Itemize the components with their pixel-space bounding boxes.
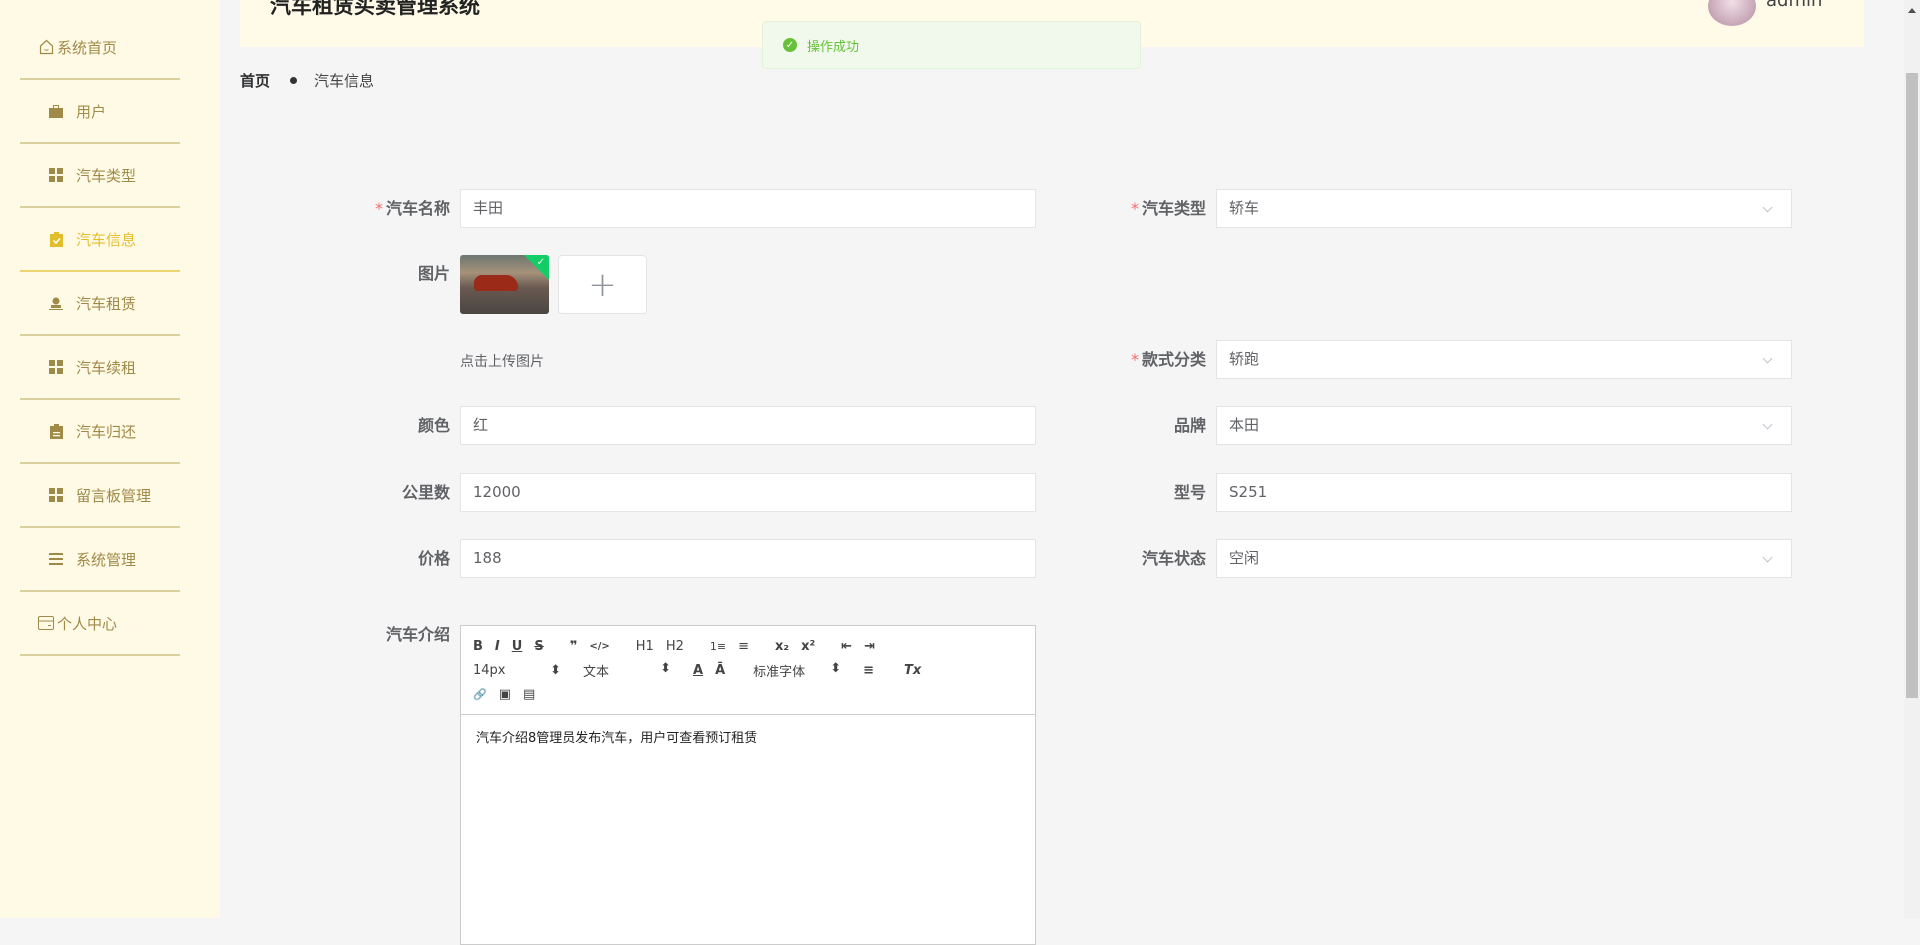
car-name-label: * 汽车名称	[374, 199, 450, 218]
video-button[interactable]: ▤	[523, 687, 535, 702]
user-icon	[48, 295, 64, 311]
brand-label: 品牌	[1173, 416, 1206, 435]
bullet-list-button[interactable]: ≡	[738, 639, 749, 654]
breadcrumb: 首页 汽车信息	[240, 70, 374, 91]
sidebar-item-label: 系统管理	[76, 550, 137, 569]
sidebar-item-home[interactable]: 系统首页	[20, 16, 180, 80]
font-family-select[interactable]: 标准字体 ⬍	[753, 661, 841, 680]
image-label: 图片	[417, 264, 450, 283]
car-type-label: * 汽车类型	[1130, 199, 1206, 218]
editor-toolbar: B I U S ❞ </> H1 H2 1≡ ≡ x₂ x² ⇤ ⇥ 14px ⬍…	[461, 626, 1035, 715]
grid-icon	[48, 359, 64, 375]
sidebar-item-car-info[interactable]: 汽车信息	[20, 208, 180, 272]
toast-message: 操作成功	[807, 39, 860, 55]
code-block-button[interactable]: </>	[589, 641, 609, 652]
menu-icon	[48, 551, 64, 567]
color-input[interactable]: 红	[460, 406, 1036, 445]
brand-select[interactable]: 本田	[1216, 406, 1792, 445]
sidebar-item-label: 汽车类型	[76, 166, 137, 185]
scrollbar[interactable]	[1904, 0, 1920, 918]
grid-icon	[48, 487, 64, 503]
sidebar-item-label: 个人中心	[57, 614, 118, 633]
clipboard-icon	[48, 423, 64, 439]
subscript-button[interactable]: x₂	[775, 639, 789, 654]
underline-button[interactable]: U	[512, 639, 523, 654]
select-arrows-icon: ⬍	[830, 660, 842, 676]
indent-button[interactable]: ⇥	[864, 639, 875, 654]
scroll-up-icon	[1908, 8, 1916, 13]
strike-button[interactable]: S	[534, 639, 543, 654]
sidebar-item-system[interactable]: 系统管理	[20, 528, 180, 592]
sidebar-item-label: 汽车续租	[76, 358, 137, 377]
sidebar: 系统首页 用户 汽车类型 汽车信息 汽车租赁 汽车续租 汽车归还 留言板管理 系…	[0, 0, 220, 918]
image-button[interactable]: ▣	[499, 687, 511, 702]
sidebar-item-users[interactable]: 用户	[20, 80, 180, 144]
h2-button[interactable]: H2	[666, 639, 684, 654]
success-toast: ✓ 操作成功	[762, 21, 1141, 69]
sidebar-item-car-type[interactable]: 汽车类型	[20, 144, 180, 208]
style-label: * 款式分类	[1130, 350, 1206, 369]
sidebar-item-label: 用户	[76, 102, 107, 121]
sidebar-item-car-return[interactable]: 汽车归还	[20, 400, 180, 464]
model-input[interactable]: S251	[1216, 473, 1792, 512]
app-title: 汽车租赁买卖管理系统	[270, 0, 480, 18]
superscript-button[interactable]: x²	[801, 639, 815, 654]
breadcrumb-separator	[290, 77, 298, 84]
username[interactable]: admin	[1766, 0, 1822, 11]
outdent-button[interactable]: ⇤	[841, 639, 852, 654]
sidebar-item-message-board[interactable]: 留言板管理	[20, 464, 180, 528]
sidebar-item-car-rental[interactable]: 汽车租赁	[20, 272, 180, 336]
sidebar-item-label: 系统首页	[57, 38, 118, 57]
upload-hint: 点击上传图片	[460, 354, 544, 370]
breadcrumb-current: 汽车信息	[314, 72, 375, 90]
avatar[interactable]	[1708, 0, 1756, 26]
sidebar-item-label: 留言板管理	[76, 486, 152, 505]
sidebar-item-car-renewal[interactable]: 汽车续租	[20, 336, 180, 400]
font-size-select[interactable]: 14px ⬍	[473, 663, 561, 678]
italic-button[interactable]: I	[495, 639, 500, 654]
select-arrows-icon: ⬍	[660, 660, 671, 676]
rich-text-editor: B I U S ❞ </> H1 H2 1≡ ≡ x₂ x² ⇤ ⇥ 14px ⬍…	[460, 625, 1036, 945]
model-label: 型号	[1173, 483, 1206, 502]
mileage-input[interactable]: 12000	[460, 473, 1036, 512]
background-color-button[interactable]: Ā	[715, 663, 725, 678]
car-image-thumbnail[interactable]: ✓	[460, 255, 549, 314]
check-icon: ✓	[536, 257, 545, 268]
bold-button[interactable]: B	[473, 639, 483, 654]
car-name-input[interactable]: 丰田	[460, 189, 1036, 228]
color-label: 颜色	[417, 416, 450, 435]
sidebar-item-label: 汽车租赁	[76, 294, 137, 313]
status-select[interactable]: 空闲	[1216, 539, 1792, 578]
align-button[interactable]: ≡	[863, 663, 874, 678]
check-circle-icon: ✓	[783, 38, 797, 52]
price-label: 价格	[417, 549, 450, 568]
briefcase-icon	[48, 103, 64, 119]
blockquote-button[interactable]: ❞	[570, 639, 578, 654]
sidebar-item-label: 汽车信息	[76, 230, 137, 249]
mileage-label: 公里数	[401, 483, 450, 502]
upload-image-button[interactable]: +	[558, 255, 647, 314]
style-select[interactable]: 轿跑	[1216, 340, 1792, 379]
editor-content[interactable]: 汽车介绍8管理员发布汽车，用户可查看预订租赁	[461, 715, 1035, 758]
clear-format-button[interactable]: Tx	[904, 663, 921, 678]
status-label: 汽车状态	[1141, 549, 1206, 568]
clipboard-check-icon	[48, 231, 64, 247]
grid-icon	[48, 167, 64, 183]
intro-label: 汽车介绍	[385, 625, 450, 644]
sidebar-item-profile[interactable]: 个人中心	[20, 592, 180, 656]
card-icon	[38, 615, 54, 631]
sidebar-item-label: 汽车归还	[76, 422, 137, 441]
breadcrumb-home[interactable]: 首页	[240, 70, 270, 91]
text-color-button[interactable]: A	[693, 663, 703, 678]
home-icon	[38, 39, 54, 55]
format-select[interactable]: 文本 ⬍	[583, 661, 671, 680]
price-input[interactable]: 188	[460, 539, 1036, 578]
h1-button[interactable]: H1	[636, 639, 654, 654]
scrollbar-thumb[interactable]	[1906, 73, 1918, 698]
car-type-select[interactable]: 轿车	[1216, 189, 1792, 228]
link-button[interactable]: 🔗	[473, 688, 487, 701]
select-arrows-icon: ⬍	[550, 662, 561, 678]
ordered-list-button[interactable]: 1≡	[710, 640, 726, 653]
